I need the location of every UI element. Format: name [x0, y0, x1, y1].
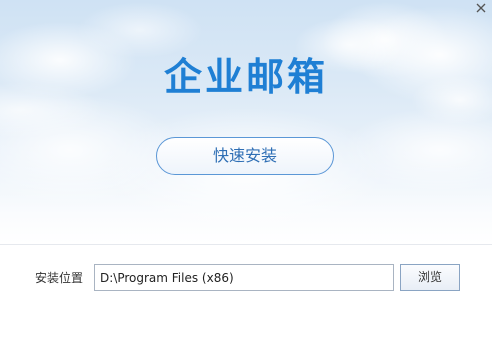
browse-button[interactable]: 浏览 [400, 264, 460, 291]
close-button[interactable] [474, 1, 488, 15]
install-location-label: 安装位置 [35, 271, 84, 285]
quick-install-button[interactable]: 快速安装 [156, 137, 334, 175]
divider [0, 244, 492, 245]
app-title: 企业邮箱 [163, 55, 328, 99]
close-icon [476, 3, 486, 13]
sky-banner [0, 0, 492, 244]
installer-window: 企业邮箱 快速安装 安装位置 浏览 [0, 0, 492, 361]
install-path-input[interactable] [94, 264, 394, 291]
